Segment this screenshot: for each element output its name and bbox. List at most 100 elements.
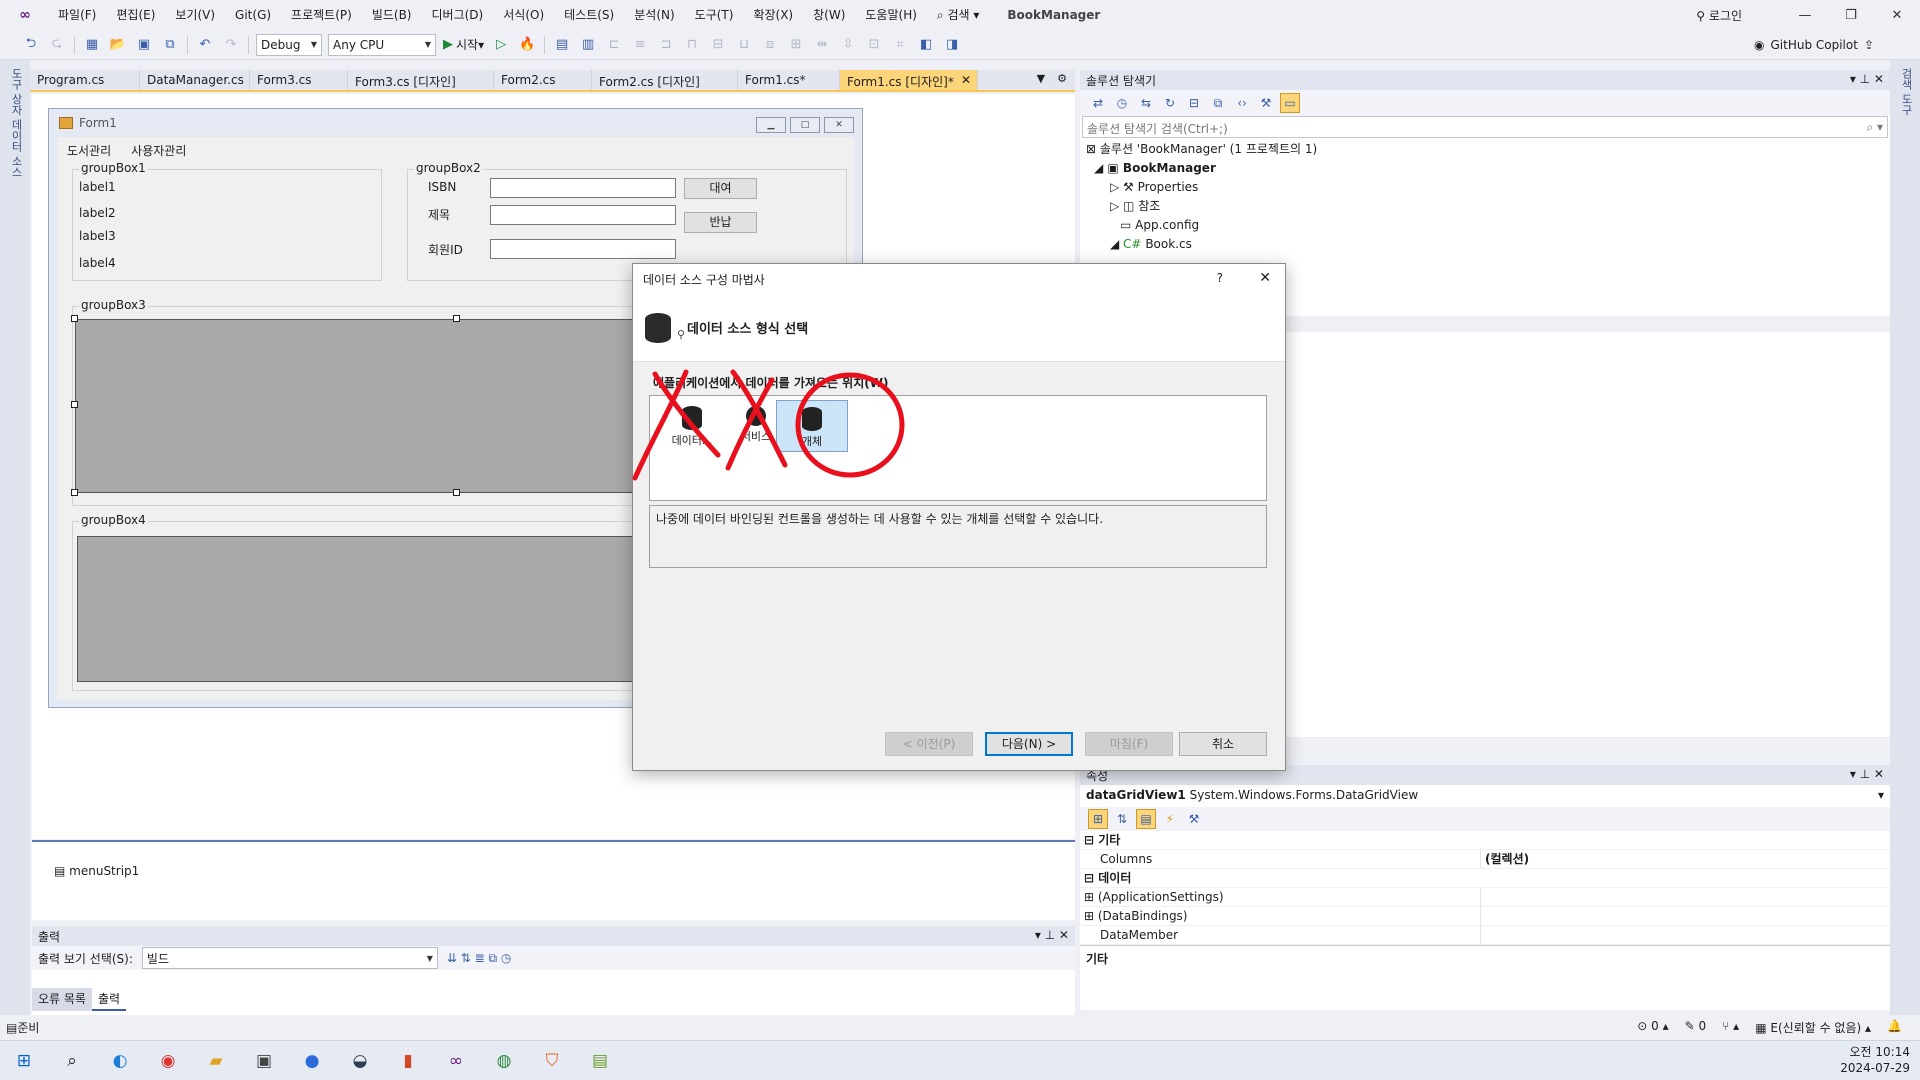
panel-controls-icon[interactable]: ▾ ⊥ ✕ <box>1850 767 1884 783</box>
property-category-data[interactable]: ⊟ 데이터 <box>1080 869 1890 888</box>
resize-handle[interactable] <box>71 401 78 408</box>
chrome-profile-app-icon[interactable]: ◍ <box>484 1041 524 1080</box>
branch-icon[interactable]: ⑂ ▴ <box>1722 1019 1739 1036</box>
help-button[interactable]: ? <box>1217 271 1223 285</box>
refresh-icon[interactable]: ↻ <box>1160 93 1180 113</box>
search-tools-tab[interactable]: 검색 도구 <box>1898 68 1914 116</box>
eclipse-app-icon[interactable]: ◒ <box>340 1041 380 1080</box>
label1[interactable]: label1 <box>79 180 116 194</box>
redo-icon[interactable]: ↷ <box>220 34 242 56</box>
finish-button[interactable]: 마침(F) <box>1085 732 1173 756</box>
isbn-label[interactable]: ISBN <box>428 180 456 194</box>
layout-icon[interactable]: ▥ <box>577 34 599 56</box>
tab-list-icon[interactable]: ▼ <box>1037 72 1045 88</box>
return-button[interactable]: 반납 <box>684 212 757 233</box>
copilot-button[interactable]: ◉ GitHub Copilot ⇪ <box>1754 30 1874 60</box>
vertical-spacing-icon[interactable]: ⇳ <box>837 34 859 56</box>
tab-form1-cs[interactable]: Form1.cs* <box>738 70 840 90</box>
tree-row-book-cs[interactable]: ◢ C# Book.cs <box>1080 235 1890 254</box>
member-id-input[interactable] <box>490 239 676 259</box>
view-code-icon[interactable]: ‹› <box>1232 93 1252 113</box>
categorized-icon[interactable]: ⊞ <box>1088 809 1108 829</box>
panel-controls-icon[interactable]: ▾ ⊥ ✕ <box>1035 928 1069 944</box>
zoom-app-icon[interactable]: ● <box>292 1041 332 1080</box>
back-icon[interactable]: ⮌ <box>20 34 42 56</box>
chrome-browser-icon[interactable]: ◉ <box>148 1041 188 1080</box>
menu-view[interactable]: 보기(V) <box>165 0 225 30</box>
menu-project[interactable]: 프로젝트(P) <box>281 0 362 30</box>
toolbox-icon[interactable]: ▤ <box>551 34 573 56</box>
previous-button[interactable]: < 이전(P) <box>885 732 973 756</box>
menu-tools[interactable]: 도구(T) <box>685 0 744 30</box>
tab-form2-cs[interactable]: Form2.cs <box>494 70 592 90</box>
tab-order-icon[interactable]: ⌗ <box>889 34 911 56</box>
preview-icon[interactable]: ▭ <box>1280 93 1300 113</box>
forward-icon[interactable]: ⮎ <box>46 34 68 56</box>
menu-analyze[interactable]: 분석(N) <box>624 0 684 30</box>
bring-front-icon[interactable]: ◧ <box>915 34 937 56</box>
property-row-columns[interactable]: Columns (컬렉션) <box>1080 850 1890 869</box>
collapse-all-icon[interactable]: ⊟ <box>1184 93 1204 113</box>
rent-button[interactable]: 대여 <box>684 178 757 199</box>
menu-user-management[interactable]: 사용자관리 <box>131 142 186 159</box>
property-pages-icon[interactable]: ⚒ <box>1184 809 1204 829</box>
align-middle-icon[interactable]: ⊟ <box>707 34 729 56</box>
windows-start-icon[interactable]: ⊞ <box>4 1041 44 1080</box>
menu-format[interactable]: 서식(O) <box>493 0 554 30</box>
panel-controls-icon[interactable]: ▾ ⊥ ✕ <box>1850 72 1884 88</box>
member-id-label[interactable]: 회원ID <box>428 241 463 258</box>
menu-window[interactable]: 창(W) <box>803 0 855 30</box>
title-input[interactable] <box>490 205 676 225</box>
center-horizontally-icon[interactable]: ⊡ <box>863 34 885 56</box>
property-category-misc[interactable]: ⊟ 기타 <box>1080 831 1890 850</box>
menu-book-management[interactable]: 도서관리 <box>67 142 111 159</box>
output-tool-icons[interactable]: ⇊ ⇅ ≣ ⧉ ◷ <box>447 951 511 966</box>
tab-program-cs[interactable]: Program.cs <box>30 70 140 90</box>
resize-handle[interactable] <box>453 489 460 496</box>
share-icon[interactable]: ⇪ <box>1864 38 1874 52</box>
start-without-debug-icon[interactable]: ▷ <box>490 34 512 56</box>
save-icon[interactable]: ▣ <box>133 34 155 56</box>
visual-studio-logo-icon[interactable]: ∞ <box>12 5 38 25</box>
property-row-data-bindings[interactable]: ⊞ (DataBindings) <box>1080 907 1890 926</box>
history-icon[interactable]: ◷ <box>1112 93 1132 113</box>
size-to-grid-icon[interactable]: ⊞ <box>785 34 807 56</box>
isbn-input[interactable] <box>490 178 676 198</box>
switch-views-icon[interactable]: ⇄ <box>1088 93 1108 113</box>
form-menu-strip[interactable]: 도서관리 사용자관리 <box>57 137 854 164</box>
properties-view-icon[interactable]: ▤ <box>1136 809 1156 829</box>
source-control-indicator[interactable]: ▦ E(신뢰할 수 없음) ▴ <box>1755 1019 1871 1036</box>
label3[interactable]: label3 <box>79 229 116 243</box>
menu-git[interactable]: Git(G) <box>225 0 281 30</box>
brave-browser-icon[interactable]: ⛉ <box>532 1041 572 1080</box>
visual-studio-app-icon[interactable]: ∞ <box>436 1041 476 1080</box>
sync-icon[interactable]: ⇆ <box>1136 93 1156 113</box>
login-button[interactable]: ⚲ 로그인 <box>1696 7 1742 24</box>
menu-edit[interactable]: 편집(E) <box>106 0 165 30</box>
property-row-data-member[interactable]: DataMember <box>1080 926 1890 945</box>
same-size-icon[interactable]: ⧈ <box>759 34 781 56</box>
title-label[interactable]: 제목 <box>428 206 450 223</box>
menustrip-component[interactable]: ▤ menuStrip1 <box>54 864 139 878</box>
minimize-icon[interactable]: — <box>1782 8 1828 23</box>
dialog-close-icon[interactable]: ✕ <box>1259 270 1271 286</box>
choice-database[interactable]: 데이터... <box>656 400 728 452</box>
edge-browser-icon[interactable]: ◐ <box>100 1041 140 1080</box>
tab-error-list[interactable]: 오류 목록 <box>32 988 92 1011</box>
resize-handle[interactable] <box>453 315 460 322</box>
save-all-icon[interactable]: ⧉ <box>159 34 181 56</box>
properties-icon[interactable]: ⚒ <box>1256 93 1276 113</box>
align-top-icon[interactable]: ⊓ <box>681 34 703 56</box>
show-all-files-icon[interactable]: ⧉ <box>1208 93 1228 113</box>
menu-debug[interactable]: 디버그(D) <box>422 0 494 30</box>
tree-row-references[interactable]: ▷ ◫ 참조 <box>1080 197 1890 216</box>
search-icon[interactable]: ⌕ <box>52 1041 92 1080</box>
tree-row-app-config[interactable]: ▭ App.config <box>1080 216 1890 235</box>
groupbox1[interactable]: groupBox1 label1 label2 label3 label4 <box>72 161 382 281</box>
toolbox-tab[interactable]: 도구 상자 데이터 소스 <box>8 68 24 178</box>
tree-row-properties[interactable]: ▷ ⚒ Properties <box>1080 178 1890 197</box>
notepad-app-icon[interactable]: ▤ <box>580 1041 620 1080</box>
tab-close-icon[interactable]: ✕ <box>961 73 971 90</box>
spacing-icon[interactable]: ⇹ <box>811 34 833 56</box>
menu-build[interactable]: 빌드(B) <box>362 0 422 30</box>
